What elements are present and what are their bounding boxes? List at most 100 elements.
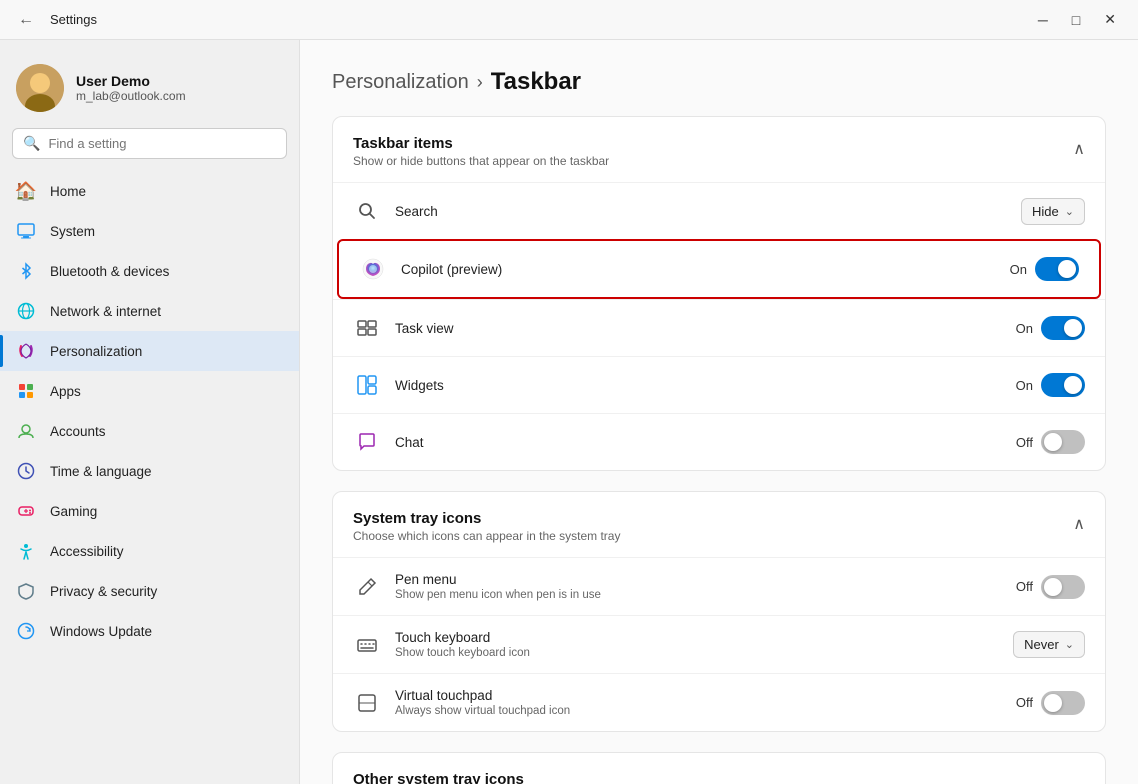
apps-icon bbox=[16, 381, 36, 401]
pen-menu-control: Off bbox=[1016, 575, 1085, 599]
sidebar-item-gaming[interactable]: Gaming bbox=[0, 491, 299, 531]
section-header-tray: System tray icons Choose which icons can… bbox=[333, 492, 1105, 557]
other-tray-expand-icon[interactable]: ⌄ bbox=[1072, 775, 1085, 784]
chevron-down-icon: ⌄ bbox=[1065, 205, 1074, 218]
sidebar-item-label: Gaming bbox=[50, 504, 283, 519]
sidebar-item-time[interactable]: Time & language bbox=[0, 451, 299, 491]
sidebar-item-system[interactable]: System bbox=[0, 211, 299, 251]
update-icon bbox=[16, 621, 36, 641]
search-setting-label: Search bbox=[395, 204, 1007, 219]
user-profile: User Demo m_lab@outlook.com bbox=[0, 56, 299, 128]
maximize-button[interactable]: □ bbox=[1062, 7, 1090, 32]
sidebar-item-label: Personalization bbox=[50, 344, 283, 359]
touch-keyboard-dropdown[interactable]: Never ⌄ bbox=[1013, 631, 1085, 658]
search-icon: 🔍 bbox=[23, 135, 40, 152]
section-header-other-tray: Other system tray icons Show or hide add… bbox=[333, 753, 1105, 784]
minimize-button[interactable]: ─ bbox=[1028, 7, 1058, 32]
sidebar-item-network[interactable]: Network & internet bbox=[0, 291, 299, 331]
copilot-toggle[interactable] bbox=[1035, 257, 1079, 281]
widgets-toggle[interactable] bbox=[1041, 373, 1085, 397]
virtual-touchpad-icon bbox=[353, 689, 381, 717]
toggle-knob bbox=[1064, 376, 1082, 394]
section-subtitle: Show or hide buttons that appear on the … bbox=[353, 154, 609, 168]
taskview-value: On bbox=[1016, 321, 1033, 336]
taskview-control: On bbox=[1016, 316, 1085, 340]
tray-section-title: System tray icons bbox=[353, 510, 620, 527]
setting-row-widgets: Widgets On bbox=[333, 356, 1105, 413]
sidebar-item-accounts[interactable]: Accounts bbox=[0, 411, 299, 451]
sidebar-item-label: Accounts bbox=[50, 424, 283, 439]
user-email: m_lab@outlook.com bbox=[76, 89, 186, 103]
breadcrumb: Personalization › Taskbar bbox=[332, 68, 1106, 96]
gaming-icon bbox=[16, 501, 36, 521]
setting-row-virtual-touchpad: Virtual touchpad Always show virtual tou… bbox=[333, 673, 1105, 731]
title-bar: ← Settings ─ □ ✕ bbox=[0, 0, 1138, 40]
sidebar-item-label: Time & language bbox=[50, 464, 283, 479]
sidebar-item-privacy[interactable]: Privacy & security bbox=[0, 571, 299, 611]
touch-keyboard-control: Never ⌄ bbox=[1013, 631, 1085, 658]
pen-menu-sublabel: Show pen menu icon when pen is in use bbox=[395, 589, 601, 601]
widgets-value: On bbox=[1016, 378, 1033, 393]
time-icon bbox=[16, 461, 36, 481]
setting-row-pen-menu: Pen menu Show pen menu icon when pen is … bbox=[333, 557, 1105, 615]
section-collapse-icon[interactable]: ∧ bbox=[1073, 139, 1085, 159]
section-header-taskbar: Taskbar items Show or hide buttons that … bbox=[333, 117, 1105, 182]
breadcrumb-separator: › bbox=[477, 72, 483, 93]
virtual-touchpad-label: Virtual touchpad bbox=[395, 688, 570, 703]
sidebar-item-label: Home bbox=[50, 184, 283, 199]
network-icon bbox=[16, 301, 36, 321]
copilot-icon bbox=[359, 255, 387, 283]
accessibility-icon bbox=[16, 541, 36, 561]
avatar bbox=[16, 64, 64, 112]
sidebar-item-label: Network & internet bbox=[50, 304, 283, 319]
widgets-setting-icon bbox=[353, 371, 381, 399]
sidebar-item-personalization[interactable]: Personalization bbox=[0, 331, 299, 371]
sidebar-item-update[interactable]: Windows Update bbox=[0, 611, 299, 651]
sidebar-item-label: Apps bbox=[50, 384, 283, 399]
nav-list: 🏠 Home System Bluetooth & devices Netw bbox=[0, 167, 299, 655]
sidebar-item-label: Accessibility bbox=[50, 544, 283, 559]
virtual-touchpad-sublabel: Always show virtual touchpad icon bbox=[395, 705, 570, 717]
search-dropdown[interactable]: Hide ⌄ bbox=[1021, 198, 1085, 225]
sidebar-item-accessibility[interactable]: Accessibility bbox=[0, 531, 299, 571]
widgets-setting-label: Widgets bbox=[395, 378, 1002, 393]
sidebar-item-label: Windows Update bbox=[50, 624, 283, 639]
personalization-icon bbox=[16, 341, 36, 361]
toggle-knob bbox=[1044, 694, 1062, 712]
tray-section-collapse-icon[interactable]: ∧ bbox=[1073, 514, 1085, 534]
back-button[interactable]: ← bbox=[12, 9, 40, 31]
taskbar-items-section: Taskbar items Show or hide buttons that … bbox=[332, 116, 1106, 471]
chat-value: Off bbox=[1016, 435, 1033, 450]
search-control: Hide ⌄ bbox=[1021, 198, 1085, 225]
accounts-icon bbox=[16, 421, 36, 441]
pen-menu-label: Pen menu bbox=[395, 572, 601, 587]
sidebar-item-apps[interactable]: Apps bbox=[0, 371, 299, 411]
privacy-icon bbox=[16, 581, 36, 601]
touch-keyboard-sublabel: Show touch keyboard icon bbox=[395, 647, 530, 659]
touch-keyboard-label: Touch keyboard bbox=[395, 630, 530, 645]
close-button[interactable]: ✕ bbox=[1094, 7, 1126, 32]
page-title: Taskbar bbox=[491, 68, 581, 96]
chat-setting-icon bbox=[353, 428, 381, 456]
app-body: User Demo m_lab@outlook.com 🔍 🏠 Home Sys… bbox=[0, 40, 1138, 784]
sidebar: User Demo m_lab@outlook.com 🔍 🏠 Home Sys… bbox=[0, 40, 300, 784]
other-tray-section: Other system tray icons Show or hide add… bbox=[332, 752, 1106, 784]
taskview-setting-label: Task view bbox=[395, 321, 1002, 336]
setting-row-search: Search Hide ⌄ bbox=[333, 182, 1105, 239]
sidebar-item-bluetooth[interactable]: Bluetooth & devices bbox=[0, 251, 299, 291]
widgets-control: On bbox=[1016, 373, 1085, 397]
setting-row-touch-keyboard: Touch keyboard Show touch keyboard icon … bbox=[333, 615, 1105, 673]
search-input[interactable] bbox=[48, 136, 276, 151]
virtual-touchpad-toggle[interactable] bbox=[1041, 691, 1085, 715]
search-box[interactable]: 🔍 bbox=[12, 128, 287, 159]
sidebar-item-home[interactable]: 🏠 Home bbox=[0, 171, 299, 211]
setting-row-chat: Chat Off bbox=[333, 413, 1105, 470]
chat-toggle[interactable] bbox=[1041, 430, 1085, 454]
window-controls: ─ □ ✕ bbox=[1028, 7, 1126, 32]
copilot-control: On bbox=[1010, 257, 1079, 281]
home-icon: 🏠 bbox=[16, 181, 36, 201]
taskview-toggle[interactable] bbox=[1041, 316, 1085, 340]
setting-row-taskview: Task view On bbox=[333, 299, 1105, 356]
pen-menu-toggle[interactable] bbox=[1041, 575, 1085, 599]
touch-keyboard-icon bbox=[353, 631, 381, 659]
